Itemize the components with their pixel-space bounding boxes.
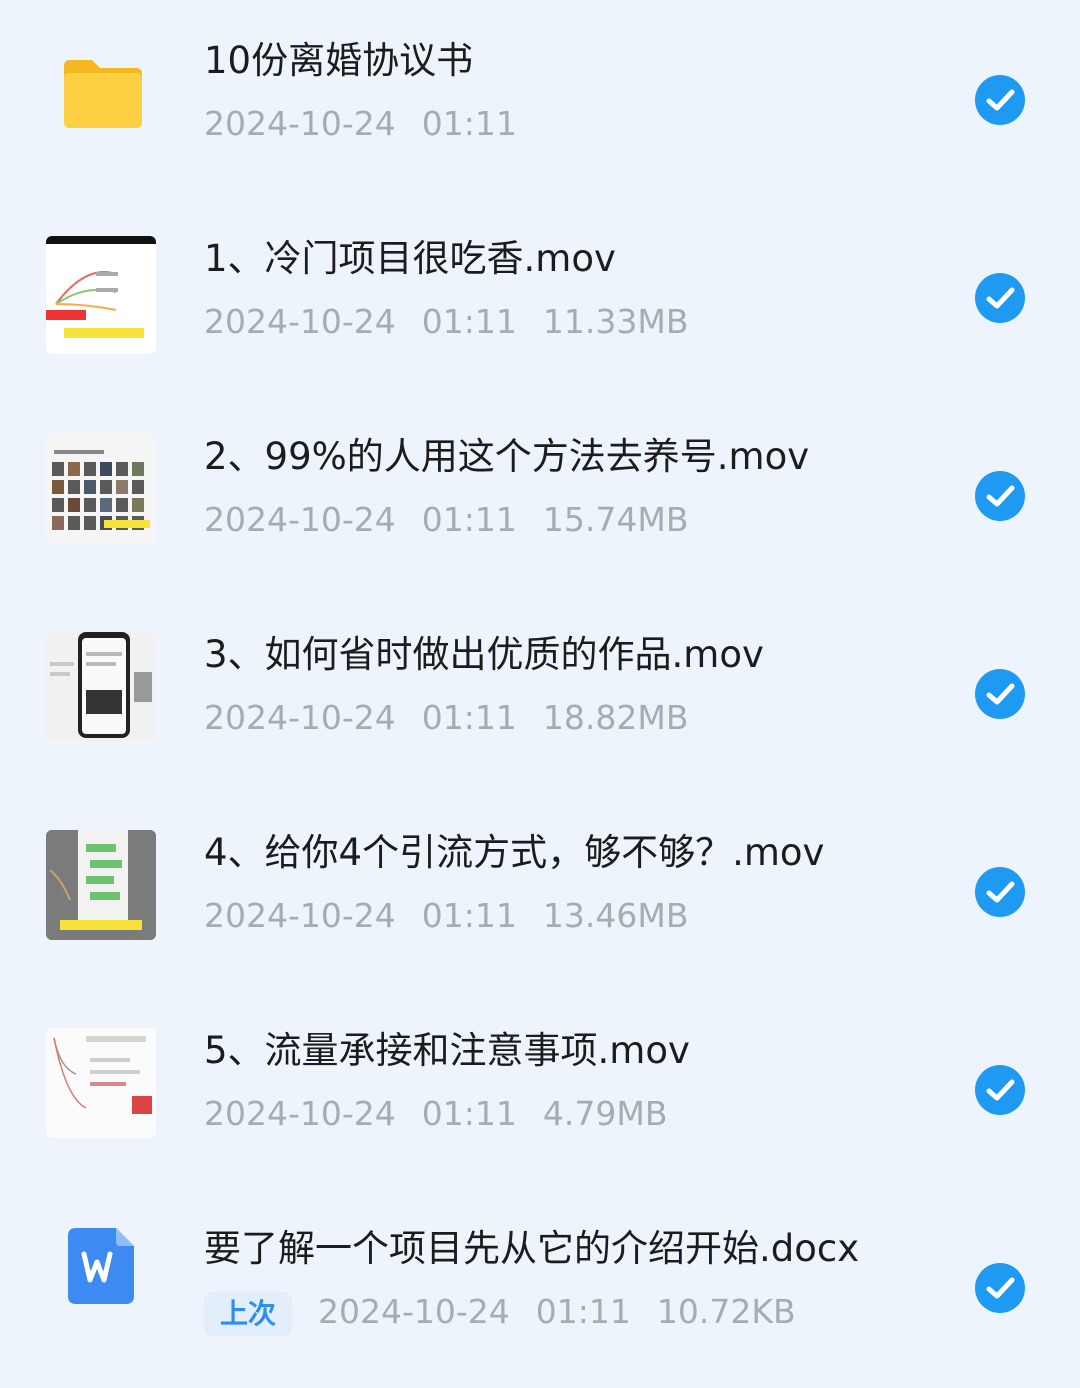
file-name: 2、99%的人用这个方法去养号.mov [204,435,810,478]
check-icon[interactable] [975,1065,1025,1115]
file-row-video[interactable]: 5、流量承接和注意事项.mov 2024-10-24 01:11 4.79MB [0,990,1080,1188]
file-date: 2024-10-24 [204,698,396,737]
file-row-video[interactable]: 1、冷门项目很吃香.mov 2024-10-24 01:11 11.33MB [0,198,1080,396]
check-icon[interactable] [975,75,1025,125]
file-meta: 2024-10-24 01:11 18.82MB [204,696,714,740]
file-time: 01:11 [421,896,517,935]
file-time: 01:11 [421,698,517,737]
file-size: 18.82MB [542,698,689,737]
file-date: 2024-10-24 [204,302,396,341]
file-date: 2024-10-24 [204,500,396,539]
file-date: 2024-10-24 [204,1094,396,1133]
word-doc-icon [68,1228,134,1304]
check-icon[interactable] [975,669,1025,719]
file-name: 5、流量承接和注意事项.mov [204,1029,690,1072]
file-row-folder[interactable]: 10份离婚协议书 2024-10-24 01:11 [0,0,1080,198]
file-date: 2024-10-24 [318,1292,510,1331]
file-date: 2024-10-24 [204,896,396,935]
file-size: 15.74MB [542,500,689,539]
check-icon[interactable] [975,471,1025,521]
file-time: 01:11 [421,104,517,143]
check-icon[interactable] [975,273,1025,323]
video-thumbnail [46,1028,156,1138]
file-date: 2024-10-24 [204,104,396,143]
file-meta: 2024-10-24 01:11 4.79MB [204,1092,693,1136]
file-meta: 2024-10-24 01:11 11.33MB [204,300,714,344]
video-thumbnail [46,632,156,742]
file-meta: 2024-10-24 01:11 [204,102,543,146]
folder-icon [64,60,142,128]
video-thumbnail [46,830,156,940]
file-size: 4.79MB [542,1094,668,1133]
file-size: 13.46MB [542,896,689,935]
file-time: 01:11 [535,1292,631,1331]
file-size: 10.72KB [656,1292,796,1331]
file-time: 01:11 [421,1094,517,1133]
file-time: 01:11 [421,500,517,539]
file-row-video[interactable]: 2、99%的人用这个方法去养号.mov 2024-10-24 01:11 15.74… [0,396,1080,594]
file-time: 01:11 [421,302,517,341]
check-icon[interactable] [975,867,1025,917]
file-meta: 2024-10-24 01:11 13.46MB [204,894,714,938]
file-size: 11.33MB [542,302,689,341]
video-thumbnail [46,434,156,544]
file-name: 10份离婚协议书 [204,39,474,82]
video-thumbnail [46,236,156,354]
check-icon[interactable] [975,1263,1025,1313]
file-name: 4、给你4个引流方式，够不够？.mov [204,831,825,874]
file-row-video[interactable]: 3、如何省时做出优质的作品.mov 2024-10-24 01:11 18.82MB [0,594,1080,792]
file-name: 1、冷门项目很吃香.mov [204,237,616,280]
file-meta: 2024-10-24 01:11 15.74MB [204,498,714,542]
file-row-document[interactable]: 要了解一个项目先从它的介绍开始.docx 上次 2024-10-24 01:11 10… [0,1188,1080,1386]
file-meta: 上次 2024-10-24 01:11 10.72KB [204,1290,822,1336]
last-opened-badge: 上次 [204,1292,293,1336]
file-row-video[interactable]: 4、给你4个引流方式，够不够？.mov 2024-10-24 01:11 13.46… [0,792,1080,990]
file-name: 要了解一个项目先从它的介绍开始.docx [204,1227,860,1270]
file-name: 3、如何省时做出优质的作品.mov [204,633,764,676]
